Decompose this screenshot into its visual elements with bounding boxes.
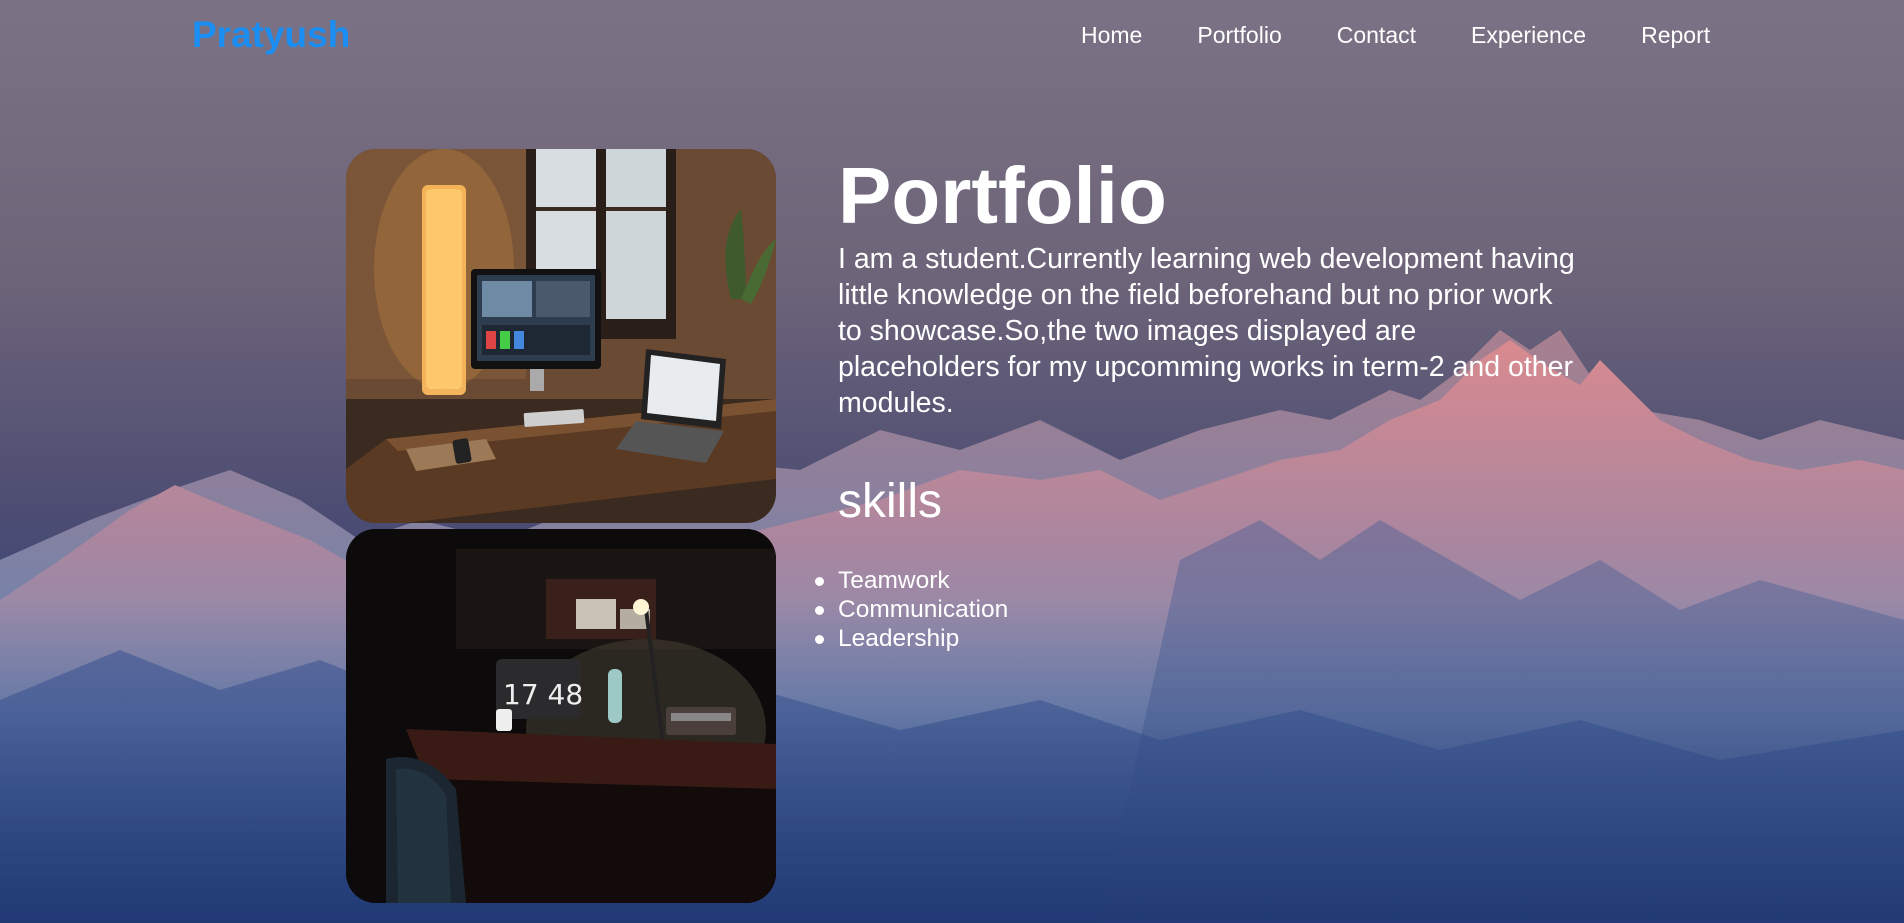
nav-portfolio[interactable]: Portfolio — [1197, 22, 1281, 49]
nav-report[interactable]: Report — [1641, 22, 1710, 49]
page-title: Portfolio — [838, 151, 1167, 240]
nav-menu: Home Portfolio Contact Experience Report — [1081, 22, 1765, 49]
nav-contact[interactable]: Contact — [1337, 22, 1416, 49]
desk-setup-photo — [346, 149, 776, 523]
intro-paragraph: I am a student.Currently learning web de… — [838, 243, 1575, 419]
mountain-background — [0, 0, 1904, 923]
svg-text:17 48: 17 48 — [503, 678, 583, 711]
top-nav: Pratyush Home Portfolio Contact Experien… — [0, 0, 1904, 72]
skill-item: Communication — [814, 596, 1009, 623]
skills-heading: skills — [838, 475, 942, 528]
skills-list: Teamwork Communication Leadership — [814, 566, 1009, 653]
nav-experience[interactable]: Experience — [1471, 22, 1586, 49]
site-logo[interactable]: Pratyush — [192, 14, 350, 56]
dark-desk-photo: 17 48 — [346, 529, 776, 903]
nav-home[interactable]: Home — [1081, 22, 1142, 49]
skill-item: Teamwork — [814, 566, 1008, 595]
skill-item: Leadership — [814, 624, 1008, 653]
